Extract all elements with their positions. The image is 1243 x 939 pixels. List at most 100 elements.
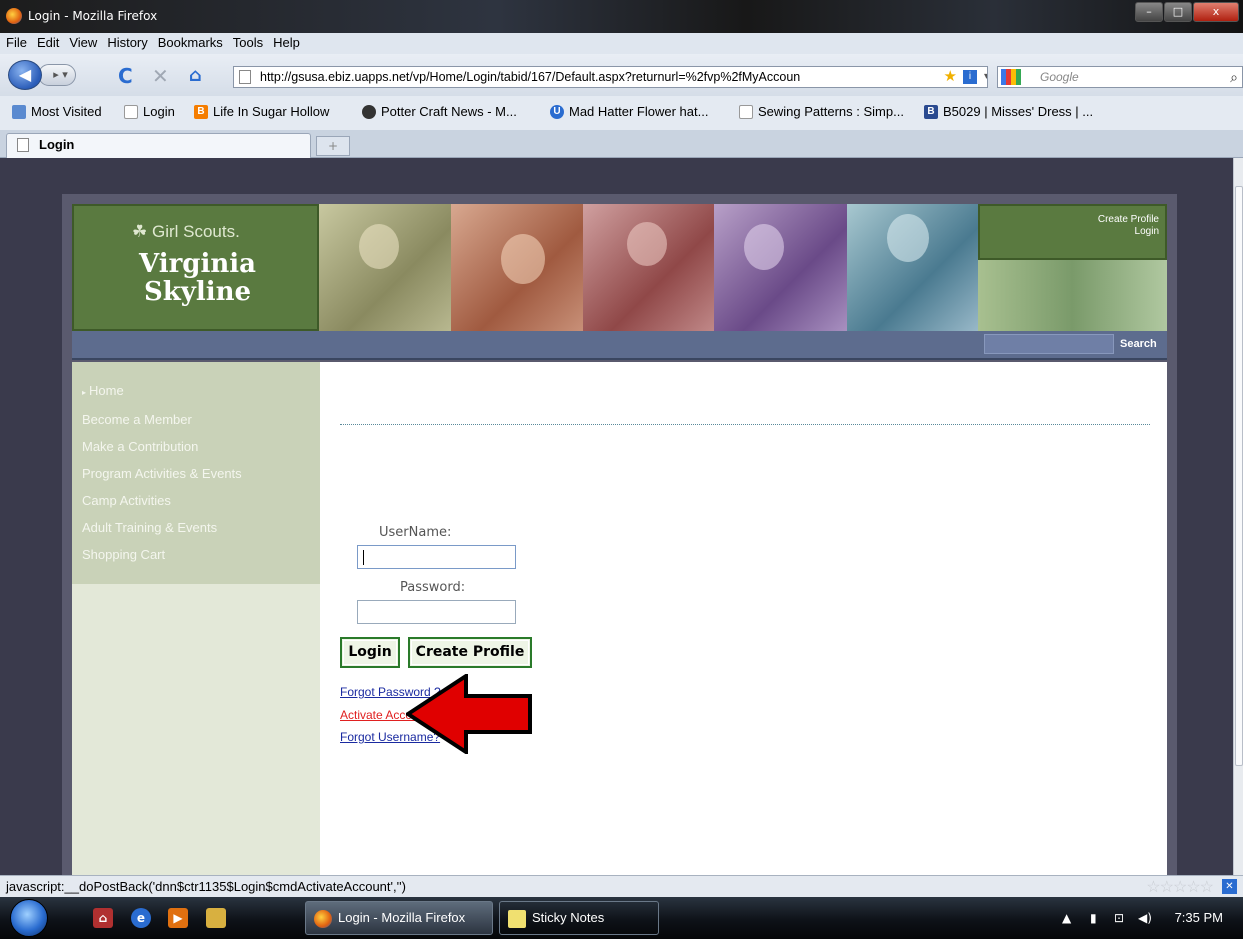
username-label: UserName: (379, 525, 452, 540)
tab-label: Login (39, 137, 75, 152)
menu-bookmarks[interactable]: Bookmarks (153, 33, 228, 52)
internet-explorer-icon[interactable]: e (131, 908, 151, 928)
sidebar-item-shopping-cart[interactable]: Shopping Cart (72, 542, 320, 569)
menu-tools[interactable]: Tools (228, 33, 268, 52)
brand-text: Girl Scouts. (151, 222, 240, 241)
taskbar-item-label: Login - Mozilla Firefox (338, 910, 466, 925)
page-icon (124, 104, 138, 119)
header-account-links: Create Profile Login (978, 204, 1167, 260)
header-photo-5 (847, 204, 978, 331)
firefox-icon (6, 8, 22, 24)
menu-help[interactable]: Help (268, 33, 305, 52)
tab-login[interactable]: Login (6, 133, 311, 158)
menu-bar: File Edit View History Bookmarks Tools Help (0, 33, 1243, 54)
volume-icon[interactable]: ◀) (1138, 911, 1152, 925)
tab-strip: Login + (0, 130, 1243, 158)
firefox-icon (314, 910, 332, 928)
council-name: Virginia Skyline (74, 250, 321, 306)
password-input[interactable] (357, 600, 516, 624)
council-name-line1: Virginia (139, 249, 256, 279)
url-bar[interactable]: http://gsusa.ebiz.uapps.net/vp/Home/Logi… (233, 66, 988, 88)
menu-edit[interactable]: Edit (32, 33, 64, 52)
explorer-folder-icon[interactable] (206, 908, 226, 928)
login-button[interactable]: Login (340, 637, 400, 668)
header-photo-2 (451, 204, 583, 331)
bookmarks-toolbar: Most Visited Login B Life In Sugar Hollo… (0, 96, 1243, 130)
taskbar-item-firefox[interactable]: Login - Mozilla Firefox (305, 901, 493, 935)
site-search-bar: Search (72, 331, 1167, 360)
show-hidden-icons[interactable]: ▲ (1062, 911, 1071, 925)
page-icon (739, 104, 753, 119)
scrollbar-thumb[interactable] (1235, 186, 1243, 766)
forward-button[interactable]: ▸ ▾ (38, 64, 76, 86)
maximize-button[interactable]: □ (1164, 2, 1192, 22)
bookmark-label: Most Visited (31, 104, 102, 119)
globe-icon (362, 104, 376, 119)
stop-icon[interactable]: ✕ (152, 66, 169, 86)
bookmark-sewing-patterns[interactable]: Sewing Patterns : Simp... (739, 104, 904, 119)
main-content: UserName: Password: Login Create Profile… (320, 362, 1167, 875)
battery-icon[interactable]: ▮ (1090, 911, 1097, 925)
clock[interactable]: 7:35 PM (1175, 910, 1223, 925)
google-icon[interactable] (1001, 69, 1021, 85)
header-photo-1 (319, 204, 451, 331)
sticky-notes-icon (508, 910, 526, 928)
vertical-scrollbar[interactable] (1233, 158, 1243, 875)
create-profile-link[interactable]: Create Profile (980, 214, 1159, 226)
username-input[interactable] (357, 545, 516, 569)
u-icon: U (550, 104, 564, 119)
search-icon[interactable]: ⌕ (1230, 67, 1238, 87)
bookmark-b5029[interactable]: B B5029 | Misses' Dress | ... (924, 104, 1093, 119)
create-profile-button[interactable]: Create Profile (408, 637, 532, 668)
sidebar-item-make-a-contribution[interactable]: Make a Contribution (72, 434, 320, 461)
bookmark-label: Mad Hatter Flower hat... (569, 104, 709, 119)
sidebar-item-program-activities[interactable]: Program Activities & Events (72, 461, 320, 488)
minimize-button[interactable]: – (1135, 2, 1163, 22)
bookmark-label: Life In Sugar Hollow (213, 104, 330, 119)
close-button[interactable]: x (1193, 2, 1239, 22)
divider (340, 424, 1150, 425)
media-player-icon[interactable]: ▶ (168, 908, 188, 928)
site-frame: ☘ Girl Scouts. Virginia Skyline Create P… (62, 194, 1177, 875)
search-bar[interactable]: Google ⌕ (997, 66, 1243, 88)
sidebar-item-become-a-member[interactable]: Become a Member (72, 407, 320, 434)
site-search-button[interactable]: Search (1120, 338, 1157, 350)
reload-icon[interactable]: C (118, 66, 133, 86)
site-info-icon[interactable]: i (963, 70, 977, 84)
window-title: Login - Mozilla Firefox (28, 9, 158, 23)
bookmark-most-visited[interactable]: Most Visited (12, 104, 102, 119)
most-visited-icon (12, 104, 26, 119)
sidebar-item-adult-training[interactable]: Adult Training & Events (72, 515, 320, 542)
new-tab-button[interactable]: + (316, 136, 350, 156)
status-text: javascript:__doPostBack('dnn$ctr1135$Log… (6, 879, 406, 894)
sidebar-item-home[interactable]: ▸ Home (72, 378, 320, 407)
header-photo-3 (583, 204, 714, 331)
windows-taskbar: ⌂ e ▶ Login - Mozilla Firefox Sticky Not… (0, 897, 1243, 939)
sidebar-item-camp-activities[interactable]: Camp Activities (72, 488, 320, 515)
menu-file[interactable]: File (0, 33, 32, 52)
bookmark-star-icon[interactable]: ★ (944, 67, 957, 87)
bookmark-login[interactable]: Login (124, 104, 175, 119)
site-search-input[interactable] (984, 334, 1114, 354)
girl-scouts-brand: ☘ Girl Scouts. (132, 222, 240, 242)
login-link[interactable]: Login (980, 226, 1159, 238)
sidebar-item-label: Home (89, 383, 124, 398)
home-icon[interactable]: ⌂ (189, 66, 202, 86)
network-icon[interactable]: ⊡ (1114, 911, 1124, 925)
addon-icon[interactable]: ✕ (1222, 879, 1237, 894)
start-button[interactable] (10, 899, 48, 937)
sidebar-menu: ▸ Home Become a Member Make a Contributio… (72, 362, 320, 584)
bookmark-mad-hatter[interactable]: U Mad Hatter Flower hat... (550, 104, 708, 119)
header-photo-6 (978, 260, 1167, 331)
show-desktop-icon[interactable]: ⌂ (93, 908, 113, 928)
bookmark-potter-craft-news[interactable]: Potter Craft News - M... (362, 104, 517, 119)
menu-view[interactable]: View (64, 33, 102, 52)
url-dropdown-icon[interactable]: ▾ (984, 67, 987, 87)
bookmark-life-in-sugar-hollow[interactable]: B Life In Sugar Hollow (194, 104, 329, 119)
menu-history[interactable]: History (102, 33, 152, 52)
site-logo[interactable]: ☘ Girl Scouts. Virginia Skyline (72, 204, 319, 331)
taskbar-item-sticky-notes[interactable]: Sticky Notes (499, 901, 659, 935)
bookmark-label: Potter Craft News - M... (381, 104, 517, 119)
back-button[interactable]: ◀ (8, 60, 42, 90)
rating-stars-icon[interactable]: ☆☆☆☆☆ (1146, 877, 1214, 898)
